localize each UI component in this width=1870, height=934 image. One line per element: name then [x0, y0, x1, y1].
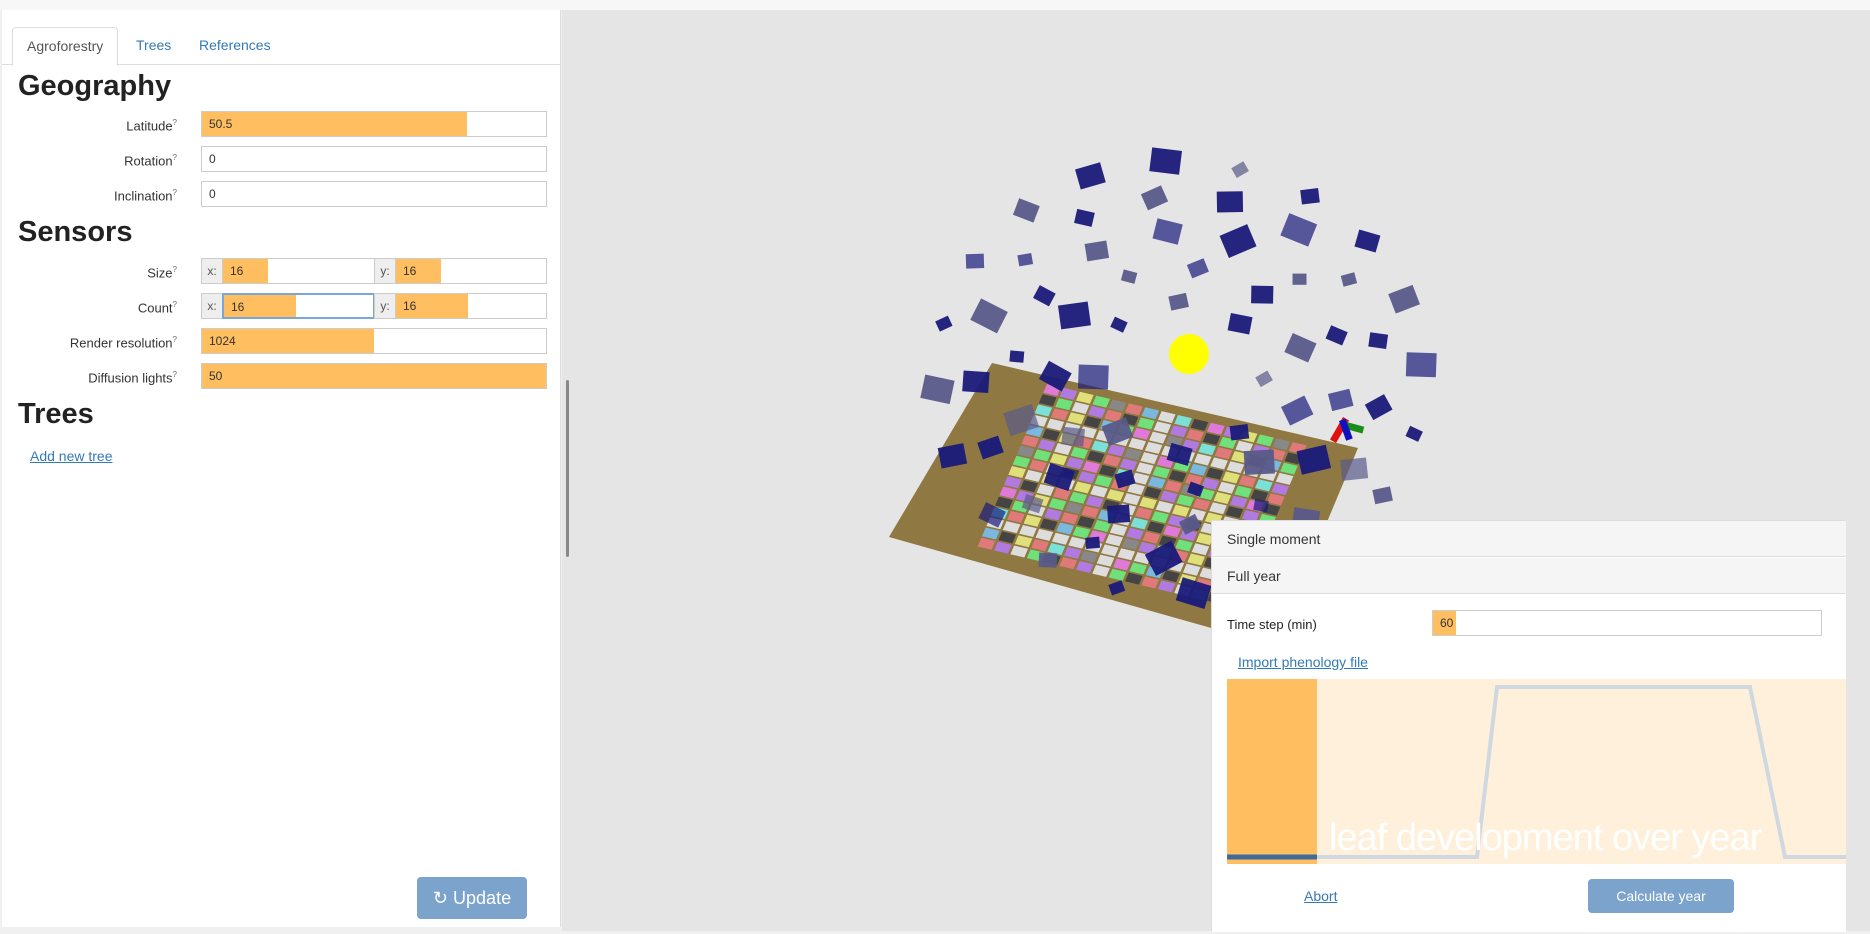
latitude-slider[interactable]: 50.5 [201, 111, 547, 137]
diffusion-light-panel [1253, 498, 1269, 513]
diffusion-light-panel [1216, 191, 1244, 213]
settings-panel: Agroforestry Trees References Geography … [2, 10, 561, 927]
diffusion-light-panel [1340, 457, 1369, 481]
tab-agroforestry[interactable]: Agroforestry [12, 27, 119, 66]
diffusion-light-panel [1017, 252, 1034, 267]
diffusion-light-panel [1075, 162, 1106, 190]
size-x-slider[interactable]: 16 [222, 258, 375, 284]
browser-strip [0, 0, 1870, 10]
diffusion-light-panel [1327, 388, 1354, 412]
diffusion-light-panel [1152, 218, 1183, 245]
count-x-addon: x: [201, 293, 223, 319]
time-step-slider[interactable]: 60 [1432, 610, 1822, 636]
diffusion-light-panel [1120, 269, 1138, 284]
size-label: Size? [147, 265, 177, 281]
diffusion-light-panel [1284, 332, 1317, 363]
tab-trees[interactable]: Trees [122, 27, 185, 63]
size-y-slider[interactable]: 16 [395, 258, 547, 284]
phenology-chart[interactable]: leaf development over year [1227, 679, 1846, 864]
full-year-header[interactable]: Full year [1212, 558, 1846, 594]
diffusion-light-panel [935, 315, 953, 332]
diffusion-light-panel [1186, 258, 1209, 279]
diffusion-light-panel [1229, 424, 1250, 441]
diffusion-light-panel [1140, 185, 1169, 211]
diffusion-light-panel [1255, 370, 1273, 388]
sun-icon [1169, 334, 1209, 374]
tab-references[interactable]: References [185, 27, 285, 63]
diffusion-light-panel [1074, 208, 1095, 227]
rotation-label: Rotation? [124, 153, 177, 169]
diffusion-lights-label: Diffusion lights? [88, 370, 177, 386]
diffusion-lights-slider[interactable]: 50 [201, 363, 547, 389]
count-y-slider[interactable]: 16 [395, 293, 547, 319]
diffusion-light-panel [1219, 224, 1257, 258]
diffusion-light-panel [970, 298, 1008, 334]
render-resolution-slider[interactable]: 1024 [201, 328, 547, 354]
diffusion-light-panel [1149, 147, 1182, 175]
single-moment-header[interactable]: Single moment [1212, 521, 1846, 557]
diffusion-light-panel [1364, 394, 1393, 421]
size-y-addon: y: [374, 258, 396, 284]
update-button[interactable]: ↻ Update [417, 877, 527, 919]
trees-heading: Trees [18, 398, 94, 430]
time-step-label: Time step (min) [1227, 617, 1317, 632]
diffusion-light-panel [965, 253, 985, 269]
inclination-slider[interactable]: 0 [201, 181, 547, 207]
diffusion-light-panel [1388, 284, 1420, 314]
diffusion-light-panel [1340, 272, 1358, 287]
diffusion-light-panel [1280, 213, 1318, 247]
diffusion-light-panel [1227, 313, 1253, 335]
latitude-label: Latitude? [126, 118, 177, 134]
diffusion-light-panel [1009, 350, 1025, 363]
rotation-slider[interactable]: 0 [201, 146, 547, 172]
diffusion-light-panel [1405, 425, 1423, 442]
count-label: Count? [137, 300, 177, 316]
diffusion-light-panel [1168, 292, 1189, 311]
diffusion-light-panel [1325, 325, 1348, 346]
diffusion-light-panel [1243, 449, 1275, 476]
diffusion-light-panel [1280, 395, 1314, 426]
diffusion-light-panel [1354, 229, 1381, 253]
diffusion-light-panel [1012, 198, 1040, 223]
diffusion-light-panel [962, 370, 990, 394]
diffusion-light-panel [1368, 332, 1389, 350]
diffusion-light-panel [1110, 316, 1128, 333]
diffusion-light-panel [1038, 552, 1058, 568]
diffusion-light-panel [1107, 504, 1131, 524]
panel-splitter[interactable] [566, 380, 569, 557]
render-resolution-label: Render resolution? [69, 335, 177, 351]
diffusion-light-panel [1085, 536, 1101, 550]
add-new-tree-link[interactable]: Add new tree [30, 448, 113, 464]
diffusion-light-panel [1084, 240, 1110, 262]
diffusion-light-panel [1077, 364, 1109, 390]
diffusion-light-panel [1231, 161, 1249, 178]
abort-link[interactable]: Abort [1304, 888, 1337, 904]
simulation-panel: Single moment Full year Time step (min) … [1211, 520, 1846, 932]
import-phenology-link[interactable]: Import phenology file [1238, 654, 1368, 670]
phenology-caption: leaf development over year [1329, 817, 1762, 859]
diffusion-light-panel [1292, 273, 1307, 285]
diffusion-light-panel [1061, 426, 1086, 447]
tab-bar: Agroforestry Trees References [2, 18, 560, 66]
diffusion-light-panel [920, 374, 955, 405]
inclination-label: Inclination? [114, 188, 177, 204]
diffusion-light-panel [1057, 301, 1091, 330]
size-x-addon: x: [201, 258, 223, 284]
calculate-year-button[interactable]: Calculate year [1588, 879, 1734, 913]
diffusion-light-panel [1251, 285, 1274, 304]
count-x-slider[interactable]: 16 [222, 293, 375, 319]
diffusion-light-panel [1372, 486, 1393, 505]
geography-heading: Geography [18, 70, 172, 102]
diffusion-light-panel [1300, 188, 1320, 205]
axis-gizmo [1330, 417, 1365, 444]
diffusion-light-panel [1405, 352, 1437, 378]
count-y-addon: y: [374, 293, 396, 319]
sensors-heading: Sensors [18, 216, 133, 248]
diffusion-light-panel [1033, 285, 1056, 307]
refresh-icon: ↻ [432, 888, 449, 908]
